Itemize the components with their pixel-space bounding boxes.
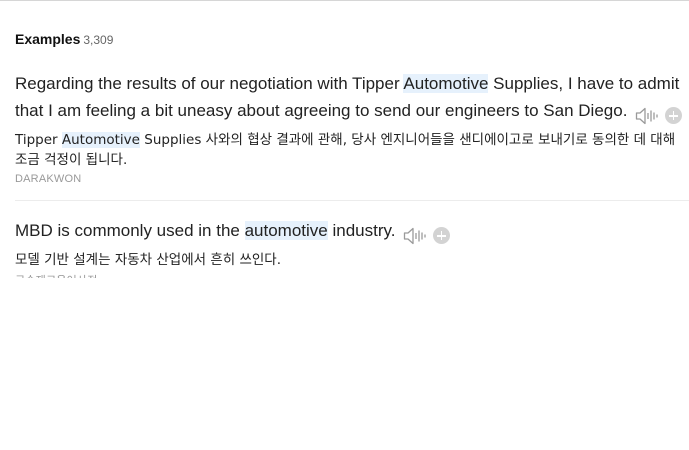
translation-text: Tipper — [15, 132, 62, 148]
sentence-text: MBD is commonly used in the — [15, 221, 245, 240]
examples-header: Examples 3,309 — [15, 31, 113, 49]
highlighted-keyword: Automotive — [61, 132, 140, 148]
example-korean-translation: 모델 기반 설계는 자동차 산업에서 흔히 쓰인다. — [15, 250, 687, 270]
highlighted-keyword: automotive — [244, 221, 328, 240]
example-english-sentence: Regarding the results of our negotiation… — [15, 70, 687, 128]
examples-count: 3,309 — [83, 33, 114, 47]
example-item: Regarding the results of our negotiation… — [15, 70, 687, 185]
example-actions — [632, 101, 683, 128]
add-to-wordbook-button[interactable] — [433, 227, 451, 245]
example-item: MBD is commonly used in the automotive i… — [15, 217, 687, 280]
add-to-wordbook-button[interactable] — [665, 107, 683, 125]
highlighted-keyword: Automotive — [403, 74, 489, 93]
example-korean-translation: Tipper Automotive Supplies 사와의 협상 결과에 관해… — [15, 130, 687, 170]
speaker-icon[interactable] — [635, 106, 659, 126]
example-divider — [15, 200, 689, 201]
top-border — [0, 0, 689, 1]
examples-title: Examples — [15, 31, 81, 47]
example-source[interactable]: 금속재료용어사전 — [15, 272, 687, 278]
sentence-text: industry. — [327, 221, 396, 240]
translation-text: 모델 기반 설계는 자동차 산업에서 흔히 쓰인다. — [15, 252, 282, 268]
example-source[interactable]: DARAKWON — [15, 173, 687, 185]
example-english-sentence: MBD is commonly used in the automotive i… — [15, 217, 687, 248]
example-actions — [400, 221, 451, 248]
speaker-icon[interactable] — [403, 226, 427, 246]
sentence-text: Regarding the results of our negotiation… — [15, 74, 404, 93]
